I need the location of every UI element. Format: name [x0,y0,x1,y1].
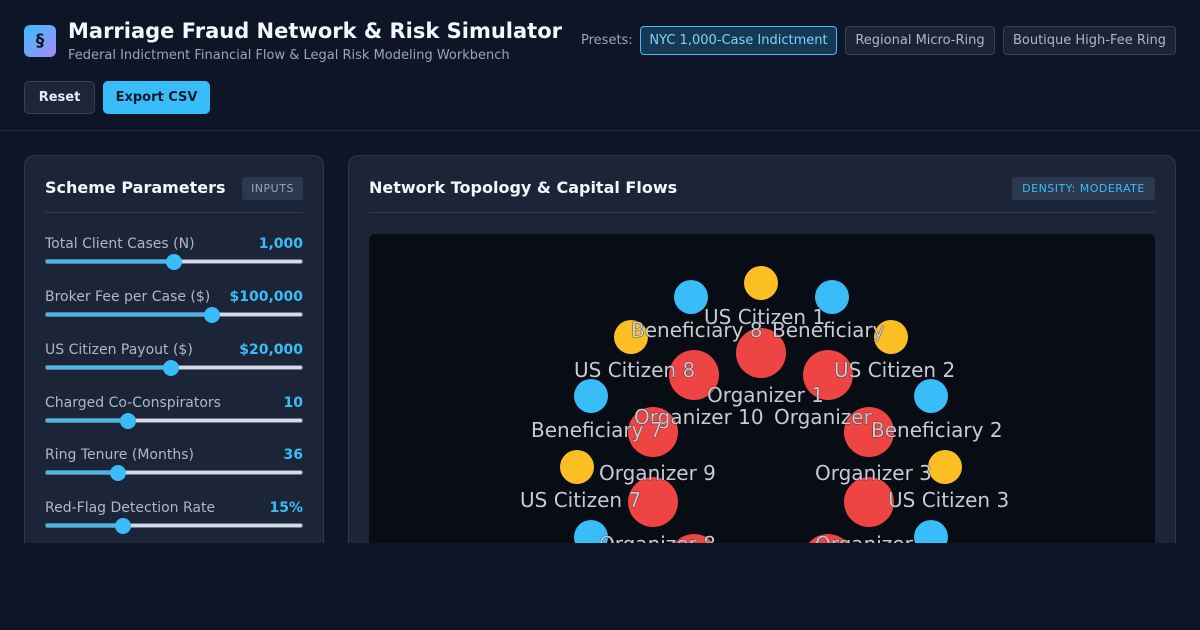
param-red-flag-detection: Red-Flag Detection Rate 15% [45,500,303,540]
slider-fill [46,419,128,422]
divider [45,212,303,213]
param-label: US Citizen Payout ($) [45,342,193,358]
param-total-client-cases: Total Client Cases (N) 1,000 [45,236,303,276]
param-ring-tenure: Ring Tenure (Months) 36 [45,447,303,487]
app-header: § Marriage Fraud Network & Risk Simulato… [0,0,1200,131]
param-value: 10 [283,395,303,411]
preset-nyc-indictment-button[interactable]: NYC 1,000-Case Indictment [640,26,837,55]
total-client-cases-slider[interactable] [45,254,303,270]
slider-fill [46,471,118,474]
page-title: Marriage Fraud Network & Risk Simulator [68,19,562,43]
node-label: US Citizen 7 [520,488,641,512]
scheme-parameters-panel: Scheme Parameters INPUTS Total Client Ca… [24,155,324,555]
param-value: 36 [283,447,303,463]
node-us-citizen-7[interactable] [574,379,608,413]
param-label: Total Client Cases (N) [45,236,195,252]
slider-fill [46,260,174,263]
slider-thumb[interactable] [204,307,221,323]
panel-title: Network Topology & Capital Flows [369,178,678,197]
param-label: Charged Co-Conspirators [45,395,221,411]
node-beneficiary-3[interactable] [928,450,962,484]
panel-title: Scheme Parameters [45,178,226,197]
slider-thumb[interactable] [163,360,180,376]
param-broker-fee: Broker Fee per Case ($) $100,000 [45,289,303,329]
node-label: Beneficiary 2 [871,418,1003,442]
network-graph-canvas[interactable]: US Citizen 1 Beneficiary 8 Beneficiary U… [369,234,1155,554]
param-value: $20,000 [239,342,303,358]
slider-thumb[interactable] [166,254,182,270]
broker-fee-slider[interactable] [45,307,303,323]
preset-regional-micro-ring-button[interactable]: Regional Micro-Ring [845,26,995,55]
node-beneficiary-1[interactable] [744,266,778,300]
param-us-citizen-payout: US Citizen Payout ($) $20,000 [45,342,303,382]
node-label: Organizer 1 [707,383,824,407]
export-csv-button[interactable]: Export CSV [103,81,210,114]
us-citizen-payout-slider[interactable] [45,360,303,376]
node-label: Beneficiary 7 [531,418,663,442]
param-label: Broker Fee per Case ($) [45,289,211,305]
slider-thumb[interactable] [114,518,131,534]
node-label: Beneficiary 8 [631,318,763,342]
node-label: US Citizen 8 [574,358,695,382]
reset-button[interactable]: Reset [24,81,95,114]
co-conspirators-slider[interactable] [45,413,303,429]
node-label: US Citizen 2 [834,358,955,382]
presets-label: Presets: [581,33,633,48]
param-co-conspirators: Charged Co-Conspirators 10 [45,395,303,435]
inputs-badge: INPUTS [242,177,303,200]
param-label: Ring Tenure (Months) [45,447,194,463]
viewport-cutoff [0,543,1200,630]
divider [369,212,1155,213]
section-sign-icon: § [24,25,56,57]
network-graph-svg: US Citizen 1 Beneficiary 8 Beneficiary U… [520,266,1009,554]
node-label: Organizer 3 [815,461,932,485]
node-beneficiary-7[interactable] [560,450,594,484]
param-value: 1,000 [258,236,303,252]
node-label: US Citizen 3 [888,488,1009,512]
slider-thumb[interactable] [119,413,136,429]
slider-fill [46,524,123,527]
param-value: 15% [269,500,303,516]
slider-thumb[interactable] [109,465,126,481]
param-value: $100,000 [229,289,303,305]
node-label: Organizer 9 [599,461,716,485]
node-label: Beneficiary [772,318,885,342]
param-label: Red-Flag Detection Rate [45,500,216,516]
density-badge: DENSITY: MODERATE [1012,177,1155,200]
slider-fill [46,313,213,316]
page-subtitle: Federal Indictment Financial Flow & Lega… [68,48,510,63]
preset-boutique-high-fee-button[interactable]: Boutique High-Fee Ring [1003,26,1176,55]
node-us-citizen-8[interactable] [674,280,708,314]
red-flag-detection-slider[interactable] [45,518,303,534]
node-us-citizen-2[interactable] [914,379,948,413]
slider-fill [46,366,172,369]
network-topology-panel: Network Topology & Capital Flows DENSITY… [348,155,1176,555]
node-label: Organizer [774,405,873,429]
ring-tenure-slider[interactable] [45,465,303,481]
